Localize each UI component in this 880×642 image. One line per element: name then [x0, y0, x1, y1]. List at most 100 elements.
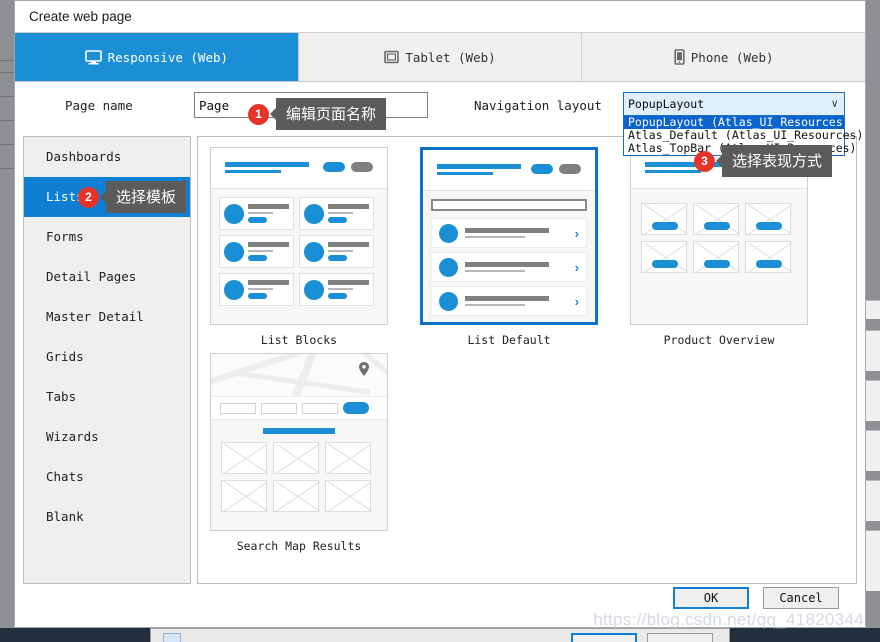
background-dialog-icon	[163, 633, 181, 642]
chevron-down-icon: ∨	[831, 97, 838, 110]
tab-responsive-web[interactable]: Responsive (Web)	[15, 33, 299, 81]
avatar-placeholder	[224, 241, 244, 262]
preview-accent-bar	[263, 428, 335, 434]
image-placeholder-icon	[273, 442, 320, 474]
callout-badge: 3	[694, 150, 715, 172]
sidebar-item-chats[interactable]: Chats	[24, 457, 190, 497]
preview-block-grid	[219, 197, 379, 306]
chevron-right-icon: ›	[574, 259, 579, 275]
avatar-placeholder	[304, 279, 324, 300]
screen-root: Create web page Responsive (Web) Tablet …	[0, 0, 880, 642]
sidebar-item-label: Wizards	[46, 429, 99, 444]
preview-filter-input	[261, 402, 297, 414]
sidebar-item-tabs[interactable]: Tabs	[24, 377, 190, 417]
sidebar-item-label: Forms	[46, 229, 84, 244]
tab-tablet-label: Tablet (Web)	[405, 49, 496, 65]
avatar-placeholder	[439, 291, 458, 311]
tab-responsive-label: Responsive (Web)	[107, 49, 229, 65]
sidebar-item-dashboards[interactable]: Dashboards	[24, 137, 190, 177]
background-dialog-cancel-button[interactable]	[647, 633, 713, 642]
chevron-right-icon: ›	[574, 293, 579, 309]
sidebar-item-blank[interactable]: Blank	[24, 497, 190, 537]
navigation-layout-label: Navigation layout	[474, 98, 602, 113]
callout-tooltip: 选择模板	[99, 181, 187, 213]
image-placeholder-icon	[325, 442, 372, 474]
page-name-label: Page name	[65, 98, 133, 113]
tab-phone-web[interactable]: Phone (Web)	[582, 33, 866, 81]
preview-list-row: ›	[431, 218, 587, 248]
preview-search-bar	[431, 199, 587, 211]
callout-3: 3 选择表现方式	[694, 145, 833, 177]
preview-block	[299, 197, 374, 230]
image-placeholder-icon	[641, 241, 688, 273]
template-card-search-map-results[interactable]	[210, 353, 388, 531]
sidebar-item-label: Dashboards	[46, 149, 122, 164]
sidebar-item-detail-pages[interactable]: Detail Pages	[24, 257, 190, 297]
avatar-placeholder	[304, 241, 324, 262]
preview-filter-row	[211, 397, 387, 420]
callout-badge: 2	[78, 186, 99, 208]
image-placeholder-icon	[641, 203, 688, 235]
image-placeholder-icon	[745, 203, 792, 235]
sidebar-item-grids[interactable]: Grids	[24, 337, 190, 377]
dialog-title: Create web page	[15, 1, 865, 32]
preview-block	[219, 197, 294, 230]
map-pin-icon	[359, 362, 369, 376]
tablet-icon	[384, 50, 400, 64]
cancel-button[interactable]: Cancel	[763, 587, 839, 609]
sidebar-item-master-detail[interactable]: Master Detail	[24, 297, 190, 337]
sidebar-item-wizards[interactable]: Wizards	[24, 417, 190, 457]
device-tab-strip: Responsive (Web) Tablet (Web) Phone (Web…	[15, 32, 866, 82]
preview-filter-input	[220, 402, 256, 414]
template-preview-body	[211, 189, 387, 314]
navigation-layout-select[interactable]: PopupLayout (Atlas_UI_Resources) ∨	[623, 92, 845, 133]
template-caption-list-default: List Default	[467, 333, 551, 347]
preview-list-row: ›	[431, 286, 587, 316]
preview-block	[299, 273, 374, 306]
chevron-right-icon: ›	[574, 225, 579, 241]
template-card-list-default[interactable]: › › ›	[420, 147, 598, 325]
sidebar-item-label: Chats	[46, 469, 84, 484]
image-placeholder-icon	[221, 480, 268, 512]
template-card-list-blocks[interactable]	[210, 147, 388, 325]
sidebar-item-label: Blank	[46, 509, 84, 524]
image-placeholder-icon	[273, 480, 320, 512]
avatar-placeholder	[439, 257, 458, 277]
preview-map-area	[211, 354, 387, 397]
background-dialog-ok-button[interactable]	[571, 633, 637, 642]
template-preview-header	[211, 148, 387, 189]
image-placeholder-icon	[693, 241, 740, 273]
template-caption-product-overview: Product Overview	[663, 333, 775, 347]
image-placeholder-icon	[693, 203, 740, 235]
sidebar-item-label: Detail Pages	[46, 269, 137, 284]
monitor-icon	[84, 49, 102, 65]
preview-block	[219, 273, 294, 306]
template-gallery: List Blocks › › › List Default Product O…	[197, 136, 857, 584]
template-caption-list-blocks: List Blocks	[260, 333, 338, 347]
callout-2: 2 选择模板	[78, 181, 187, 213]
background-left-strip	[0, 0, 14, 628]
callout-1: 1 编辑页面名称	[248, 98, 387, 130]
template-cell: List Blocks	[210, 147, 420, 347]
avatar-placeholder	[304, 203, 324, 224]
callout-badge: 1	[248, 103, 269, 125]
template-preview-body	[631, 189, 807, 287]
image-placeholder-icon	[745, 241, 792, 273]
tab-tablet-web[interactable]: Tablet (Web)	[298, 33, 583, 81]
dialog-footer: OK Cancel	[15, 575, 865, 627]
template-preview-header	[423, 150, 595, 191]
form-row: Page name Navigation layout PopupLayout …	[15, 82, 865, 156]
sidebar-item-forms[interactable]: Forms	[24, 217, 190, 257]
ok-button[interactable]: OK	[673, 587, 749, 609]
sidebar-item-label: Master Detail	[46, 309, 144, 324]
image-placeholder-icon	[325, 480, 372, 512]
image-placeholder-icon	[221, 442, 268, 474]
create-web-page-dialog: Create web page Responsive (Web) Tablet …	[14, 0, 866, 628]
preview-filter-input	[302, 402, 338, 414]
callout-tooltip: 选择表现方式	[715, 145, 833, 177]
preview-list-row: ›	[431, 252, 587, 282]
avatar-placeholder	[224, 203, 244, 224]
template-caption-search-map-results: Search Map Results	[236, 539, 362, 553]
sidebar-item-label: Grids	[46, 349, 84, 364]
callout-tooltip: 编辑页面名称	[269, 98, 387, 130]
